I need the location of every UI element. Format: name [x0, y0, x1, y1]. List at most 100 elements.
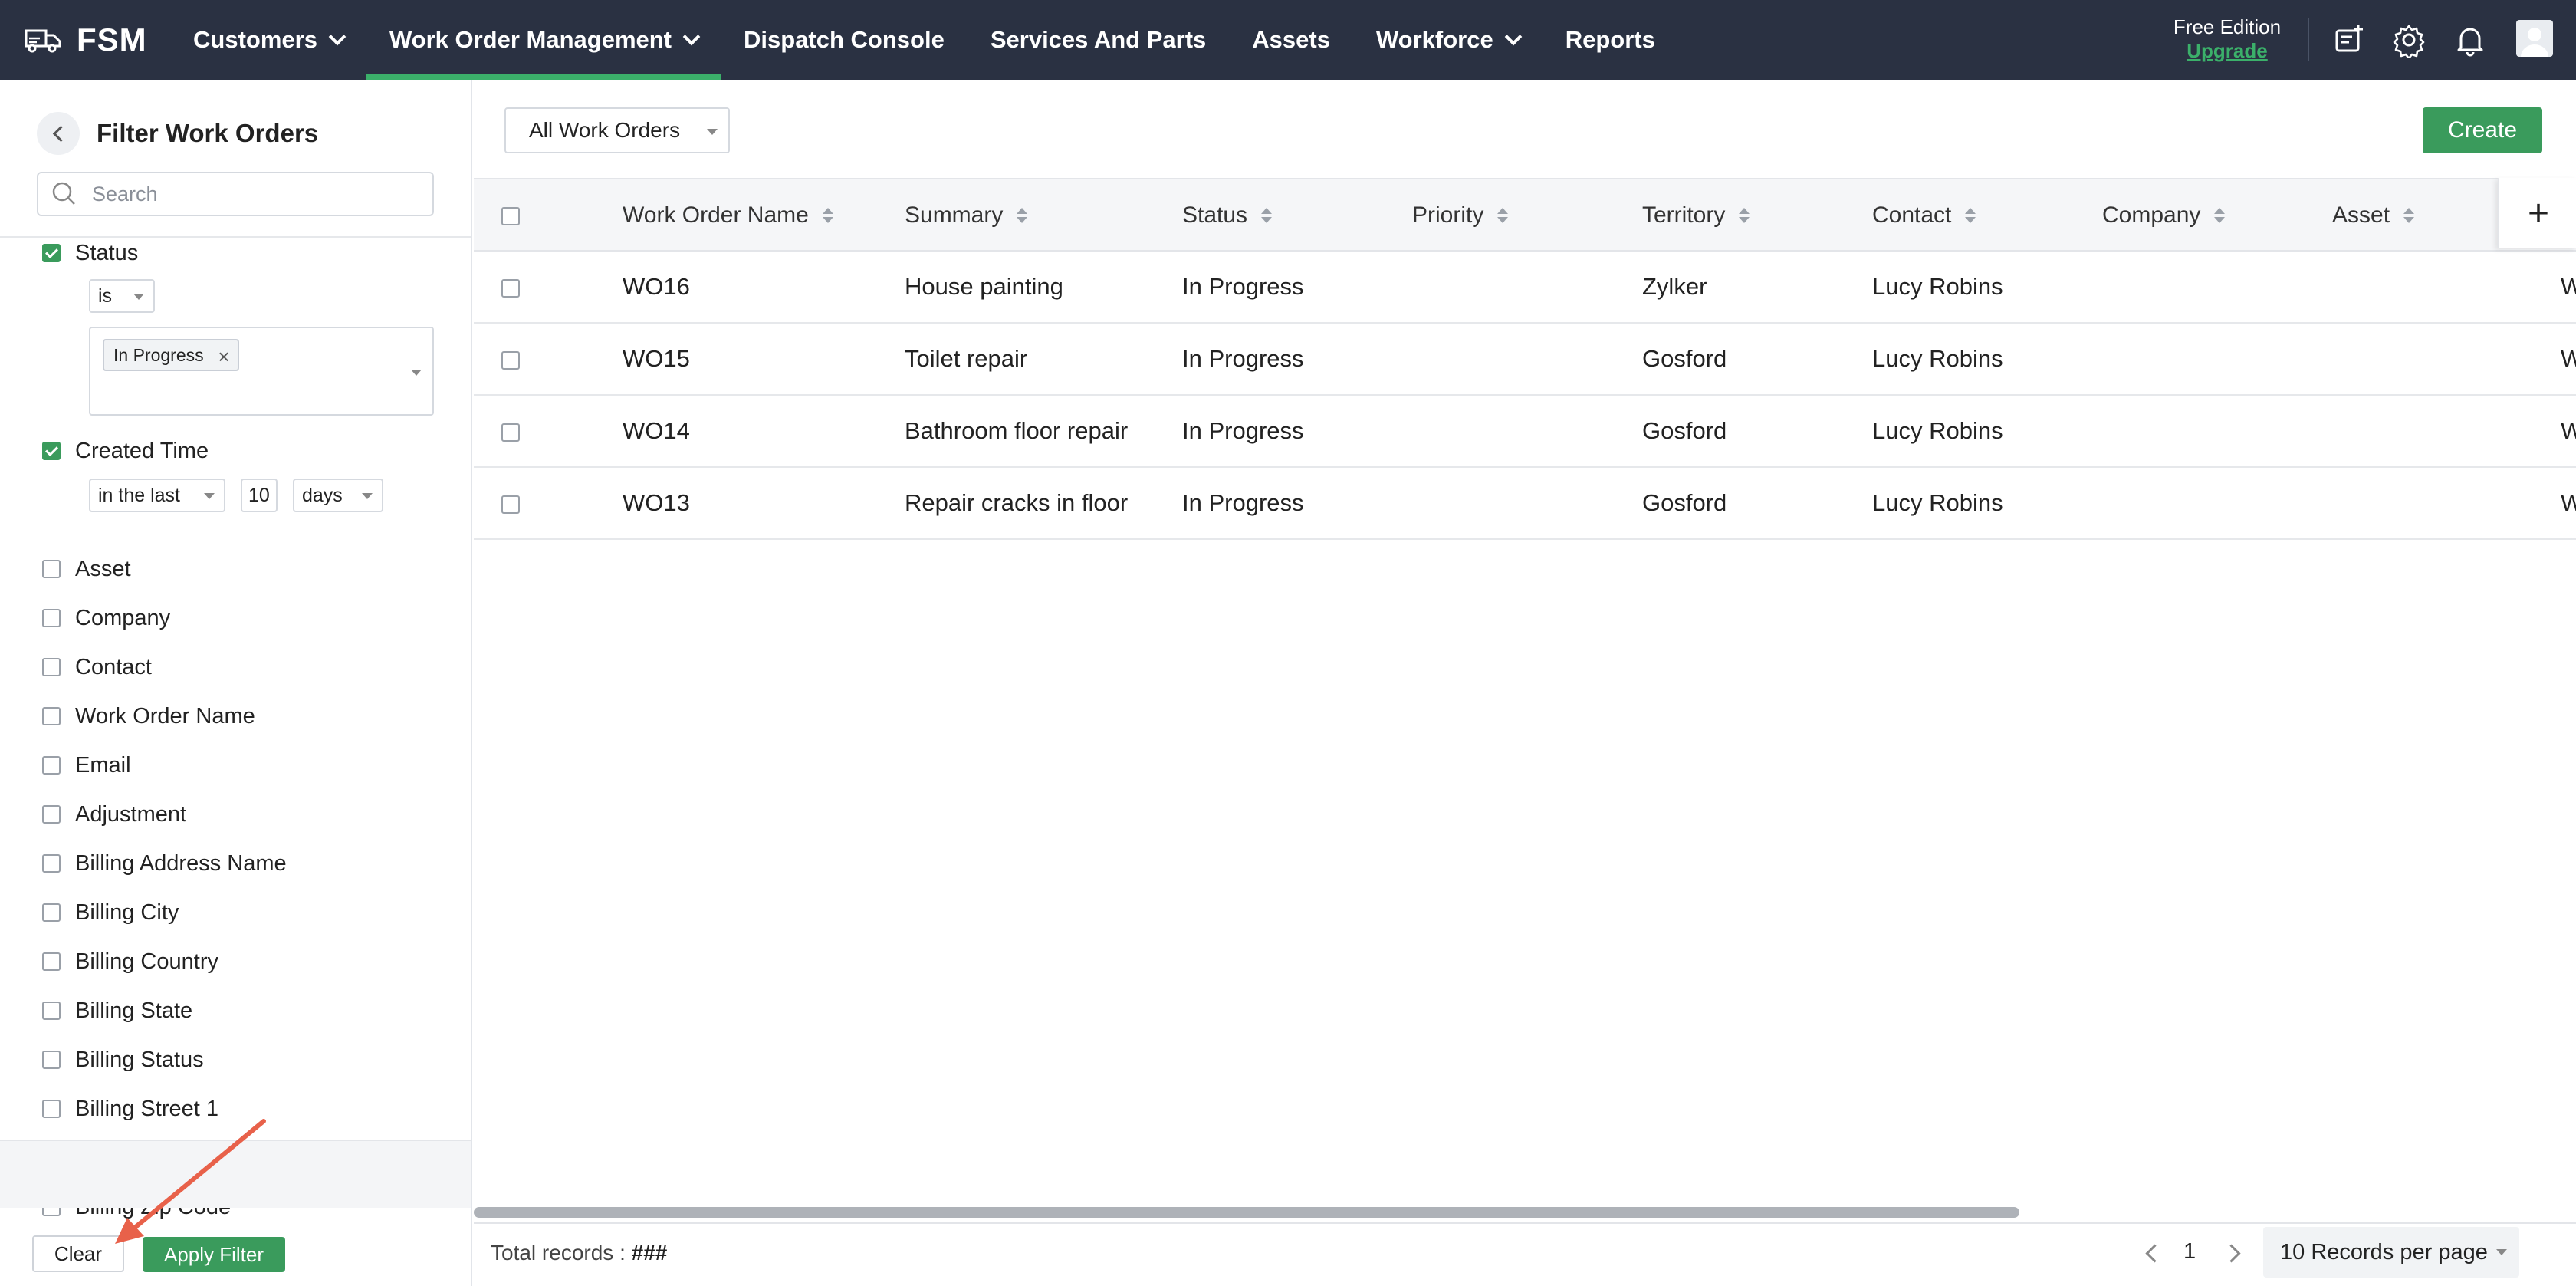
field-checkbox[interactable]	[42, 1100, 61, 1118]
field-checkbox[interactable]	[42, 1002, 61, 1020]
cell-name[interactable]: WO14	[623, 417, 690, 445]
avatar[interactable]	[2516, 20, 2553, 57]
created-time-amount-input[interactable]: 10	[241, 479, 278, 512]
back-button[interactable]	[37, 112, 80, 155]
created-time-operator-select[interactable]: in the last	[89, 479, 225, 512]
upgrade-link[interactable]: Upgrade	[2170, 39, 2285, 63]
status-checkbox[interactable]	[42, 244, 61, 262]
field-checkbox[interactable]	[42, 903, 61, 922]
field-label: Adjustment	[75, 802, 187, 827]
cell-status: In Progress	[1182, 417, 1304, 444]
status-value-tag-label: In Progress	[113, 344, 204, 365]
records-per-page-select[interactable]: 10 Records per page	[2263, 1227, 2519, 1278]
records-per-page-value: 10 Records per page	[2280, 1239, 2488, 1265]
table-row[interactable]: WO13 Repair cracks in floor In Progress Gos…	[474, 468, 2576, 540]
field-checkbox[interactable]	[42, 658, 61, 676]
field-checkbox[interactable]	[42, 707, 61, 725]
top-navigation-bar: FSM Customers Work Order Management Dispat…	[0, 0, 2576, 80]
field-label: Billing Country	[75, 949, 219, 974]
view-select[interactable]: All Work Orders	[504, 107, 730, 153]
nav-item-dispatch-console[interactable]: Dispatch Console	[721, 0, 968, 80]
field-checkbox[interactable]	[42, 609, 61, 627]
nav-item-services-and-parts[interactable]: Services And Parts	[968, 0, 1229, 80]
nav-item-reports[interactable]: Reports	[1543, 0, 1678, 80]
remove-tag-icon[interactable]: ×	[218, 345, 229, 369]
status-operator-select[interactable]: is	[89, 279, 155, 313]
field-checkbox[interactable]	[42, 756, 61, 775]
status-values-select[interactable]: In Progress ×	[89, 327, 434, 416]
sort-icon[interactable]	[2214, 206, 2226, 225]
nav-item-customers[interactable]: Customers	[170, 0, 366, 80]
nav-item-assets[interactable]: Assets	[1229, 0, 1353, 80]
column-header-status[interactable]: Status	[1182, 202, 1273, 229]
column-header-territory[interactable]: Territory	[1642, 202, 1750, 229]
field-checkbox[interactable]	[42, 952, 61, 971]
horizontal-scrollbar[interactable]	[474, 1207, 2019, 1218]
column-header-summary[interactable]: Summary	[905, 202, 1028, 229]
column-header-label: Work Order Name	[623, 202, 809, 228]
column-header-company[interactable]: Company	[2102, 202, 2226, 229]
field-label: Billing City	[75, 900, 179, 925]
select-all-checkbox[interactable]	[501, 207, 520, 225]
table-row[interactable]: WO15 Toilet repair In Progress Gosford Lucy …	[474, 324, 2576, 396]
table-row[interactable]: WO16 House painting In Progress Zylker Lucy …	[474, 252, 2576, 324]
sort-icon[interactable]	[1017, 206, 1028, 225]
row-checkbox[interactable]	[501, 351, 520, 370]
column-header-label: Company	[2102, 202, 2201, 228]
field-label: Billing Status	[75, 1048, 204, 1072]
chevron-down-icon	[328, 28, 347, 46]
add-note-icon[interactable]	[2331, 21, 2367, 58]
field-label: Work Order Name	[75, 704, 255, 729]
edition-label: Free Edition	[2173, 15, 2282, 38]
nav-divider	[2308, 18, 2309, 61]
field-label: Company	[75, 606, 171, 630]
field-checkbox[interactable]	[42, 805, 61, 824]
row-checkbox[interactable]	[501, 279, 520, 298]
caret-down-icon	[707, 129, 718, 135]
app-logo[interactable]: FSM	[21, 0, 147, 80]
main-menu: Customers Work Order Management Dispatch C…	[170, 0, 1678, 80]
cell-name[interactable]: WO15	[623, 345, 690, 373]
nav-item-label: Dispatch Console	[744, 26, 945, 53]
filter-panel-header: Filter Work Orders	[37, 112, 318, 155]
created-time-checkbox[interactable]	[42, 442, 61, 460]
column-header-priority[interactable]: Priority	[1412, 202, 1509, 229]
field-checkbox[interactable]	[42, 560, 61, 578]
sort-icon[interactable]	[1739, 206, 1750, 225]
column-header-label: Asset	[2332, 202, 2390, 228]
create-button[interactable]: Create	[2423, 107, 2542, 153]
page-number: 1	[2183, 1239, 2196, 1264]
column-header-contact[interactable]: Contact	[1872, 202, 1976, 229]
created-time-unit-select[interactable]: days	[293, 479, 383, 512]
plus-icon[interactable]: +	[2498, 178, 2576, 248]
table-row[interactable]: WO14 Bathroom floor repair In Progress Gosf…	[474, 396, 2576, 468]
cell-contact: Lucy Robins	[1872, 345, 2003, 372]
logo-text: FSM	[77, 21, 147, 58]
nav-item-workforce[interactable]: Workforce	[1353, 0, 1543, 80]
bell-icon[interactable]	[2452, 21, 2489, 58]
cell-contact: Lucy Robins	[1872, 489, 2003, 516]
row-checkbox[interactable]	[501, 495, 520, 514]
clear-button[interactable]: Clear	[32, 1235, 124, 1272]
cell-status: In Progress	[1182, 273, 1304, 300]
chevron-down-icon	[1504, 28, 1523, 46]
field-checkbox[interactable]	[42, 1051, 61, 1069]
sort-icon[interactable]	[1497, 206, 1509, 225]
field-checkbox[interactable]	[42, 854, 61, 873]
caret-down-icon	[411, 370, 422, 376]
column-header-asset[interactable]: Asset	[2332, 202, 2415, 229]
apply-filter-button[interactable]: Apply Filter	[143, 1237, 285, 1272]
filter-search-input[interactable]	[90, 181, 416, 207]
cell-name[interactable]: WO16	[623, 273, 690, 301]
cell-name[interactable]: WO13	[623, 489, 690, 517]
sort-icon[interactable]	[1261, 206, 1273, 225]
column-header-label: Priority	[1412, 202, 1484, 228]
gear-icon[interactable]	[2390, 21, 2427, 58]
sort-icon[interactable]	[2404, 206, 2415, 225]
row-checkbox[interactable]	[501, 423, 520, 442]
nav-item-work-order-management[interactable]: Work Order Management	[366, 0, 721, 80]
sort-icon[interactable]	[822, 206, 833, 225]
sort-icon[interactable]	[1965, 206, 1976, 225]
caret-down-icon	[204, 493, 215, 499]
column-header-work-order-name[interactable]: Work Order Name	[623, 202, 833, 229]
